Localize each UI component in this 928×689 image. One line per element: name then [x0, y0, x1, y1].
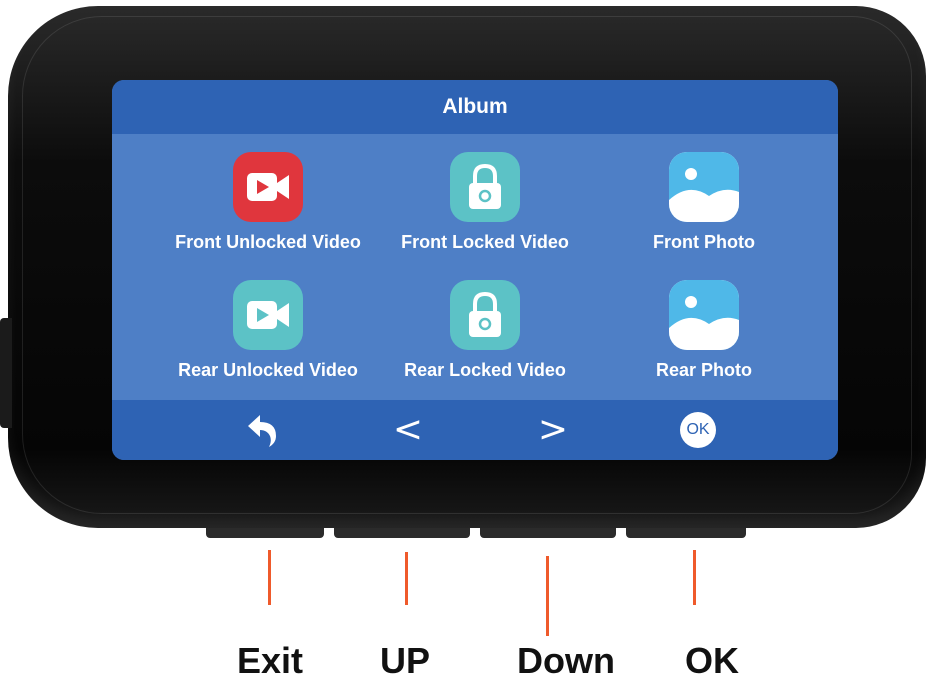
padlock-icon: [450, 152, 520, 222]
album-grid: Front Unlocked Video Front Locked Video: [112, 134, 838, 400]
tile-label: Rear Locked Video: [404, 360, 566, 380]
tile-label: Front Locked Video: [401, 232, 569, 252]
callout-label-ok: OK: [685, 640, 739, 681]
tile-label: Front Photo: [653, 232, 755, 252]
video-camera-icon: [233, 280, 303, 350]
tile-front-photo[interactable]: Front Photo: [584, 152, 824, 253]
tile-label: Front Unlocked Video: [175, 232, 361, 252]
photo-icon: [669, 152, 739, 222]
callout-line-exit: [268, 550, 271, 605]
title-bar: Album: [112, 80, 838, 134]
tile-label: Rear Unlocked Video: [178, 360, 358, 380]
chevron-right-icon: >: [537, 409, 569, 450]
back-button[interactable]: [242, 410, 282, 450]
callout-label-up: UP: [379, 640, 431, 681]
up-hardware-key[interactable]: [334, 528, 470, 538]
down-hardware-key[interactable]: [480, 528, 616, 538]
callout-label-down: Down: [517, 640, 615, 681]
video-camera-icon: [233, 152, 303, 222]
next-button[interactable]: >: [533, 410, 573, 450]
side-button[interactable]: [0, 318, 12, 428]
padlock-icon: [450, 280, 520, 350]
undo-arrow-icon: [248, 415, 276, 447]
callout-line-ok: [693, 550, 696, 605]
page-title: Album: [442, 95, 508, 118]
ok-button[interactable]: OK: [678, 410, 718, 450]
tile-front-locked-video[interactable]: Front Locked Video: [365, 152, 605, 253]
nav-bar: < > OK: [112, 400, 838, 460]
prev-button[interactable]: <: [388, 410, 428, 450]
tile-rear-unlocked-video[interactable]: Rear Unlocked Video: [148, 280, 388, 381]
tile-rear-photo[interactable]: Rear Photo: [584, 280, 824, 381]
tile-label: Rear Photo: [655, 360, 752, 380]
ok-icon: OK: [680, 412, 716, 448]
album-screen: Album Front Unlocked Video Front Locked …: [112, 80, 838, 460]
callout-line-up: [405, 552, 408, 605]
callout-label-exit: Exit: [236, 640, 304, 681]
tile-front-unlocked-video[interactable]: Front Unlocked Video: [148, 152, 388, 253]
chevron-left-icon: <: [392, 409, 424, 450]
ok-hardware-key[interactable]: [626, 528, 746, 538]
callout-line-down: [546, 556, 549, 636]
photo-icon: [669, 280, 739, 350]
exit-hardware-key[interactable]: [206, 528, 324, 538]
tile-rear-locked-video[interactable]: Rear Locked Video: [365, 280, 605, 381]
